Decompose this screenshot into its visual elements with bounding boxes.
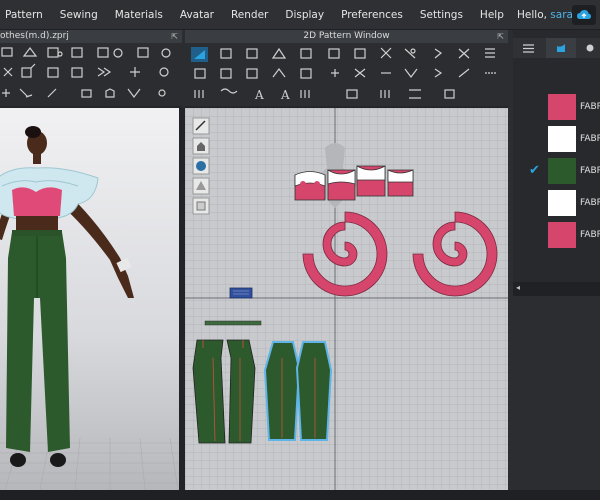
view2d-header: 2D Pattern Window ⇱ (185, 30, 508, 43)
fabric-label: FABR (580, 230, 600, 240)
fabric-icon (557, 44, 565, 52)
app-window: { "menu": { "items": ["Pattern", "Sewing… (0, 0, 600, 500)
menu-sewing[interactable]: Sewing (60, 9, 98, 21)
toolbar-3d-icons[interactable] (0, 43, 182, 108)
fabric-item[interactable]: FABR (513, 190, 600, 216)
menu-pattern[interactable]: Pattern (5, 9, 43, 21)
viewport-2d[interactable] (185, 108, 508, 490)
pin-icon[interactable]: ⇱ (171, 30, 178, 43)
svg-text:A: A (254, 88, 264, 102)
greeting-text: Hello, (517, 9, 547, 21)
avatar-scene[interactable] (0, 108, 179, 490)
menu-display[interactable]: Display (285, 9, 324, 21)
fabric-swatch[interactable] (548, 158, 576, 184)
cloud-sync-button[interactable] (572, 5, 596, 25)
fabric-label: FABR (580, 166, 600, 176)
fabric-label: FABR (580, 134, 600, 144)
status-bar (0, 490, 600, 500)
menu-bar: Pattern Sewing Materials Avatar Render D… (0, 0, 600, 30)
side-tools[interactable] (192, 117, 210, 215)
toolbar-2d-icons[interactable]: A A (185, 43, 508, 108)
fabric-item[interactable]: FABR (513, 94, 600, 120)
expand-icon[interactable]: ◂ (516, 283, 520, 292)
toolbar-3d (0, 43, 182, 108)
pin-icon[interactable]: ⇱ (497, 30, 504, 43)
list-view-tab[interactable] (513, 38, 543, 58)
svg-text:A: A (280, 88, 290, 102)
view3d-header: othes(m.d).zprj ⇱ (0, 30, 182, 43)
viewport-3d[interactable] (0, 108, 179, 490)
check-icon: ✔ (529, 163, 540, 178)
menu-help[interactable]: Help (480, 9, 504, 21)
more-tab[interactable] (579, 38, 600, 58)
cloud-icon (577, 10, 591, 19)
fabric-swatch[interactable] (548, 94, 576, 120)
menu-settings[interactable]: Settings (420, 9, 463, 21)
panel-splitter[interactable]: ◂ (513, 282, 600, 296)
circle-icon (586, 44, 593, 52)
menu-materials[interactable]: Materials (115, 9, 163, 21)
fabric-item[interactable]: FABR (513, 222, 600, 248)
menu-avatar[interactable]: Avatar (180, 9, 214, 21)
fabric-label: FABR (580, 102, 600, 112)
object-browser-panel: FABR FABR ✔ FABR FABR FABR ◂ (513, 30, 600, 490)
fabric-swatch[interactable] (548, 126, 576, 152)
menu-items: Pattern Sewing Materials Avatar Render D… (5, 9, 521, 21)
pattern-canvas[interactable] (185, 108, 508, 490)
view3d-title: othes(m.d).zprj (0, 31, 69, 41)
fabric-swatch[interactable] (548, 222, 576, 248)
menu-render[interactable]: Render (231, 9, 268, 21)
fabric-swatch[interactable] (548, 190, 576, 216)
fabric-label: FABR (580, 198, 600, 208)
panel-tabs (513, 38, 600, 58)
user-greeting: Hello, sara (517, 9, 573, 21)
menu-preferences[interactable]: Preferences (341, 9, 403, 21)
fabric-item-selected[interactable]: ✔ FABR (513, 158, 600, 184)
property-editor (513, 296, 600, 490)
fabric-item[interactable]: FABR (513, 126, 600, 152)
username[interactable]: sara (550, 9, 573, 21)
fabric-tab[interactable] (546, 38, 576, 58)
view2d-title: 2D Pattern Window (303, 31, 390, 41)
toolbar-2d: A A (185, 43, 508, 108)
list-icon (522, 43, 534, 53)
